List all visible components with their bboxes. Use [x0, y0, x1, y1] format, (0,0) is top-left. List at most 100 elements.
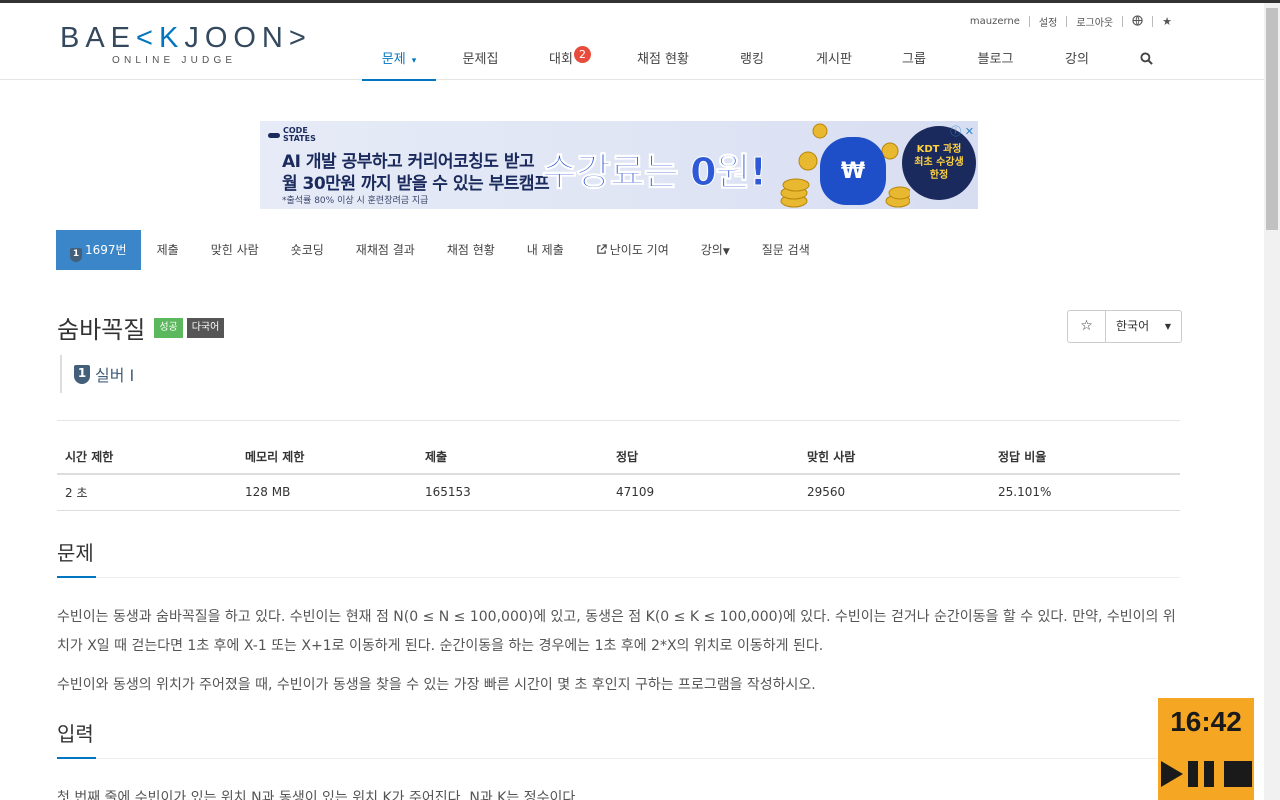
stop-icon[interactable]: [1224, 761, 1252, 787]
ad-footnote: *출석률 80% 이상 시 훈련장려금 지급: [282, 196, 429, 206]
logout-link[interactable]: 로그아웃: [1076, 14, 1113, 29]
cell-accepted: 47109: [608, 474, 799, 511]
nav-blog[interactable]: 블로그: [953, 43, 1038, 81]
tab-lectures[interactable]: 강의▼: [685, 230, 746, 270]
tab-rejudge-results[interactable]: 재채점 결과: [340, 230, 431, 270]
nav-label: 채점 현황: [637, 52, 689, 67]
external-link-icon: [596, 243, 610, 257]
globe-icon[interactable]: [1132, 14, 1143, 29]
pause-icon[interactable]: [1188, 761, 1216, 787]
col-ratio: 정답 비율: [990, 440, 1180, 475]
nav-board[interactable]: 게시판: [793, 43, 875, 81]
nav-label: 대회: [549, 52, 573, 67]
nav-groups[interactable]: 그룹: [875, 43, 953, 81]
page-title: 숨바꼭질: [57, 316, 146, 344]
divider: [1152, 16, 1154, 27]
language-select[interactable]: 한국어 ▼: [1106, 311, 1181, 342]
main-nav: 문제 ▾ 문제집 대회 2 채점 현황 랭킹 게시판 그룹 블로그 강의: [362, 43, 1176, 81]
language-value: 한국어: [1116, 319, 1150, 333]
tab-short-coding[interactable]: 숏코딩: [275, 230, 340, 270]
cell-ratio: 25.101%: [990, 474, 1180, 511]
nav-label: 게시판: [816, 52, 852, 67]
timer-display: 16:42: [1170, 706, 1242, 737]
nav-label: 그룹: [902, 52, 926, 67]
tab-difficulty-contribution[interactable]: 난이도 기여: [580, 230, 685, 270]
table-header-row: 시간 제한 메모리 제한 제출 정답 맞힌 사람 정답 비율: [57, 440, 1180, 475]
promo-line-3: 한정: [929, 170, 949, 181]
cell-memory-limit: 128 MB: [237, 474, 417, 511]
nav-ranking[interactable]: 랭킹: [711, 43, 793, 81]
nav-label: 블로그: [977, 52, 1014, 67]
tab-question-search[interactable]: 질문 검색: [746, 230, 826, 270]
logo-text-b: JOON>: [184, 22, 312, 54]
search-icon: [1139, 52, 1153, 67]
ad-brand-logo: CODE STATES: [268, 127, 316, 143]
cell-time-limit: 2 초: [57, 474, 237, 511]
star-icon[interactable]: ★: [1162, 15, 1172, 28]
tab-label: 난이도 기여: [609, 243, 669, 257]
logo-subtitle: ONLINE JUDGE: [112, 55, 237, 66]
tab-submit[interactable]: 제출: [141, 230, 195, 270]
star-outline-icon: ☆: [1080, 318, 1093, 334]
ad-line-2: 월 30만원 까지 받을 수 있는 부트캠프: [282, 174, 550, 194]
status-badge-multilang[interactable]: 다국어: [186, 317, 225, 338]
cell-solvers: 29560: [799, 474, 990, 511]
nav-label: 랭킹: [740, 52, 764, 67]
problem-tier[interactable]: 1 실버 I: [60, 355, 134, 393]
tab-solvers[interactable]: 맞힌 사람: [195, 230, 275, 270]
page-scrollbar[interactable]: [1264, 3, 1280, 800]
col-time-limit: 시간 제한: [57, 440, 237, 475]
logo-wordmark: BAE<KJOON>: [60, 23, 310, 53]
problem-section-heading: 문제: [57, 538, 1180, 578]
col-solvers: 맞힌 사람: [799, 440, 990, 475]
section-title: 입력: [57, 719, 96, 759]
divider: [57, 420, 1180, 421]
ad-close-icon[interactable]: ⓘ ✕: [950, 123, 974, 139]
section-title: 문제: [57, 538, 96, 578]
problem-menu: 1 1697번 제출 맞힌 사람 숏코딩 재채점 결과 채점 현황 내 제출 난이…: [56, 230, 826, 270]
chevron-down-icon: ▾: [411, 56, 417, 66]
table-row: 2 초 128 MB 165153 47109 29560 25.101%: [57, 474, 1180, 511]
favorite-button[interactable]: ☆: [1068, 311, 1106, 342]
ad-banner[interactable]: CODE STATES AI 개발 공부하고 커리어코칭도 받고 월 30만원 까…: [260, 121, 978, 209]
nav-contests[interactable]: 대회 2: [525, 43, 615, 81]
baekjoon-logo[interactable]: BAE<KJOON> ONLINE JUDGE: [60, 23, 310, 73]
won-symbol: ₩: [840, 159, 866, 184]
search-button[interactable]: [1116, 43, 1176, 81]
promo-line-2: 최초 수강생: [914, 157, 964, 168]
status-badge-success: 성공: [154, 317, 183, 338]
tier-label: 실버 I: [95, 366, 135, 385]
money-bag-icon: ₩: [820, 137, 886, 205]
tab-status[interactable]: 채점 현황: [431, 230, 511, 270]
silver-tier-icon: 1: [70, 248, 82, 262]
caret-down-icon: ▼: [1164, 322, 1171, 331]
nav-lectures[interactable]: 강의: [1038, 43, 1116, 81]
settings-link[interactable]: 설정: [1039, 14, 1057, 29]
input-section-heading: 입력: [57, 719, 1180, 759]
nav-problems[interactable]: 문제 ▾: [362, 43, 436, 81]
nav-label: 문제: [381, 52, 406, 67]
col-submissions: 제출: [417, 440, 608, 475]
nav-label: 강의: [1065, 52, 1089, 67]
col-memory-limit: 메모리 제한: [237, 440, 417, 475]
cell-submissions: 165153: [417, 474, 608, 511]
play-icon[interactable]: [1161, 761, 1183, 787]
timer-widget: 16:42: [1158, 698, 1254, 800]
scrollbar-thumb[interactable]: [1266, 8, 1278, 230]
ad-brand-bottom: STATES: [283, 134, 316, 143]
problem-number-tab[interactable]: 1 1697번: [56, 230, 141, 270]
divider: [1028, 16, 1030, 27]
logo-text-k: <K: [136, 22, 185, 54]
site-header: BAE<KJOON> ONLINE JUDGE mauzerne 설정 로그아웃…: [0, 3, 1264, 81]
nav-workbooks[interactable]: 문제집: [436, 43, 525, 81]
nav-status[interactable]: 채점 현황: [615, 43, 711, 81]
logo-text-a: BAE: [60, 22, 137, 54]
username-link[interactable]: mauzerne: [970, 16, 1020, 27]
silver-tier-icon: 1: [74, 364, 90, 384]
title-actions: ☆ 한국어 ▼: [1067, 310, 1182, 343]
promo-line-1: KDT 과정: [916, 144, 962, 155]
divider: [1066, 16, 1068, 27]
tab-my-submissions[interactable]: 내 제출: [511, 230, 580, 270]
problem-description-p2: 수빈이와 동생의 위치가 주어졌을 때, 수빈이가 동생을 찾을 수 있는 가장…: [57, 677, 816, 693]
col-accepted: 정답: [608, 440, 799, 475]
